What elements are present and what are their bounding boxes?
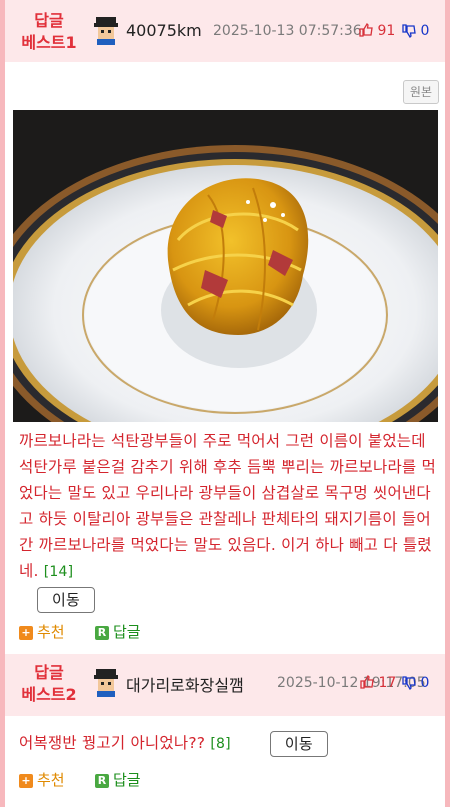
rank-line1: 답글 — [34, 663, 64, 682]
thumbs-down-icon — [402, 676, 416, 691]
original-image-button[interactable]: 원본 — [402, 80, 439, 104]
reply-label: 답글 — [113, 623, 141, 641]
downvote-count: 0 — [420, 675, 430, 691]
reply-button[interactable]: R 답글 — [95, 769, 141, 790]
move-button[interactable]: 이동 — [269, 730, 328, 757]
post-date: 2025-10-13 07:57:36 — [213, 23, 362, 39]
reply-icon: R — [95, 774, 109, 788]
upvote-count: 17 — [378, 675, 397, 691]
upvote-button[interactable]: 91 — [359, 22, 396, 39]
reply-label: 답글 — [113, 771, 141, 789]
thumbs-up-icon — [359, 22, 373, 37]
reply-count[interactable]: [8] — [210, 736, 230, 752]
reply-header: 답글 베스트2 대가리로화장실깸 2025-10-12 19:17:05 17 … — [5, 654, 445, 716]
recommend-button[interactable]: + 추천 — [19, 769, 65, 790]
best-rank-label: 답글 베스트2 — [9, 662, 89, 706]
downvote-button[interactable]: 0 — [402, 675, 429, 691]
reply-body: 까르보나라는 석탄광부들이 주로 먹어서 그런 이름이 붙었는데 석탄가루 붙은… — [19, 428, 437, 613]
recommend-label: 추천 — [37, 771, 65, 789]
recommend-label: 추천 — [37, 623, 65, 641]
upvote-count: 91 — [377, 23, 396, 39]
nickname[interactable]: 40075km — [126, 21, 202, 40]
downvote-button[interactable]: 0 — [402, 23, 429, 39]
rank-line1: 답글 — [34, 11, 64, 30]
reply-header: 답글 베스트1 40075km 2025-10-13 07:57:36 91 0 — [5, 0, 445, 62]
reply-icon: R — [95, 626, 109, 640]
reply-count[interactable]: [14] — [44, 564, 74, 580]
recommend-icon: + — [19, 626, 33, 640]
recommend-icon: + — [19, 774, 33, 788]
thumbs-down-icon — [402, 24, 416, 39]
downvote-count: 0 — [420, 23, 430, 39]
reply-button[interactable]: R 답글 — [95, 621, 141, 642]
avatar[interactable] — [93, 669, 119, 697]
avatar[interactable] — [93, 17, 119, 45]
post-image — [13, 110, 438, 422]
move-button[interactable]: 이동 — [37, 586, 96, 613]
upvote-button[interactable]: 17 — [360, 674, 397, 691]
nickname[interactable]: 대가리로화장실깸 — [126, 672, 244, 696]
best-rank-label: 답글 베스트1 — [9, 10, 89, 54]
reply-text: 어복쟁반 꿩고기 아니었나?? — [19, 734, 206, 752]
thumbs-up-icon — [360, 674, 374, 689]
rank-line2: 베스트2 — [21, 685, 77, 704]
reply-list: 답글 베스트1 40075km 2025-10-13 07:57:36 91 0… — [5, 0, 445, 807]
recommend-button[interactable]: + 추천 — [19, 621, 65, 642]
reply-text: 까르보나라는 석탄광부들이 주로 먹어서 그런 이름이 붙었는데 석탄가루 붙은… — [19, 432, 436, 580]
reply-body: 어복쟁반 꿩고기 아니었나?? [8] 이동 — [19, 730, 437, 757]
rank-line2: 베스트1 — [21, 33, 77, 52]
